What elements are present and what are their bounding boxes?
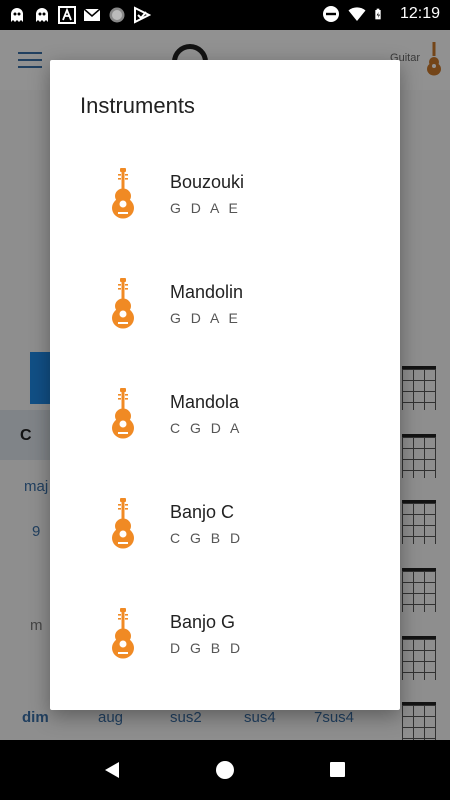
- check-icon: [134, 6, 151, 24]
- instrument-tuning: C G B D: [170, 530, 244, 546]
- ukulele-icon: [112, 498, 134, 549]
- instrument-item-bouzouki[interactable]: Bouzouki G D A E: [50, 140, 400, 250]
- instrument-item-mandolin[interactable]: Mandolin G D A E: [50, 250, 400, 360]
- back-icon[interactable]: [104, 761, 120, 779]
- status-time: 12:19: [399, 5, 440, 22]
- instrument-list: Bouzouki G D A E Mandolin G D A E Mandol…: [50, 140, 400, 690]
- dialog-title: Instruments: [80, 93, 195, 118]
- recents-icon[interactable]: [330, 762, 345, 777]
- instrument-name: Bouzouki: [170, 172, 245, 192]
- instrument-tuning: G D A E: [170, 200, 241, 216]
- ukulele-icon: [112, 168, 134, 219]
- status-notification-icons: [8, 6, 151, 24]
- ukulele-icon: [112, 608, 134, 659]
- ghost-icon: [36, 8, 48, 22]
- mail-icon: [83, 8, 101, 21]
- instrument-item-mandola[interactable]: Mandola C G D A: [50, 360, 400, 470]
- instrument-name: Banjo C: [170, 502, 235, 522]
- a-icon: [58, 6, 76, 24]
- home-icon[interactable]: [216, 761, 234, 779]
- instrument-item-banjo-g[interactable]: Banjo G D G B D: [50, 580, 400, 690]
- instruments-dialog: Instruments Bouzouki G D A E Mandolin G …: [50, 60, 400, 710]
- circle-icon: [109, 7, 125, 23]
- ukulele-icon: [112, 278, 134, 329]
- do-not-disturb-icon: [322, 6, 339, 22]
- instrument-name: Mandola: [170, 392, 240, 412]
- instrument-tuning: D G B D: [170, 640, 244, 656]
- instrument-name: Banjo G: [170, 612, 236, 632]
- ghost-icon: [11, 8, 23, 22]
- wifi-icon: [348, 7, 366, 22]
- status-system-icons: 12:19: [322, 5, 440, 23]
- ukulele-icon: [112, 388, 134, 439]
- status-bar: 12:19: [0, 0, 450, 30]
- instrument-item-banjo-c[interactable]: Banjo C C G B D: [50, 470, 400, 580]
- instrument-tuning: C G D A: [170, 420, 243, 436]
- battery-icon: [375, 8, 381, 20]
- instrument-name: Mandolin: [170, 282, 244, 302]
- navigation-bar: [0, 740, 450, 800]
- instrument-tuning: G D A E: [170, 310, 241, 326]
